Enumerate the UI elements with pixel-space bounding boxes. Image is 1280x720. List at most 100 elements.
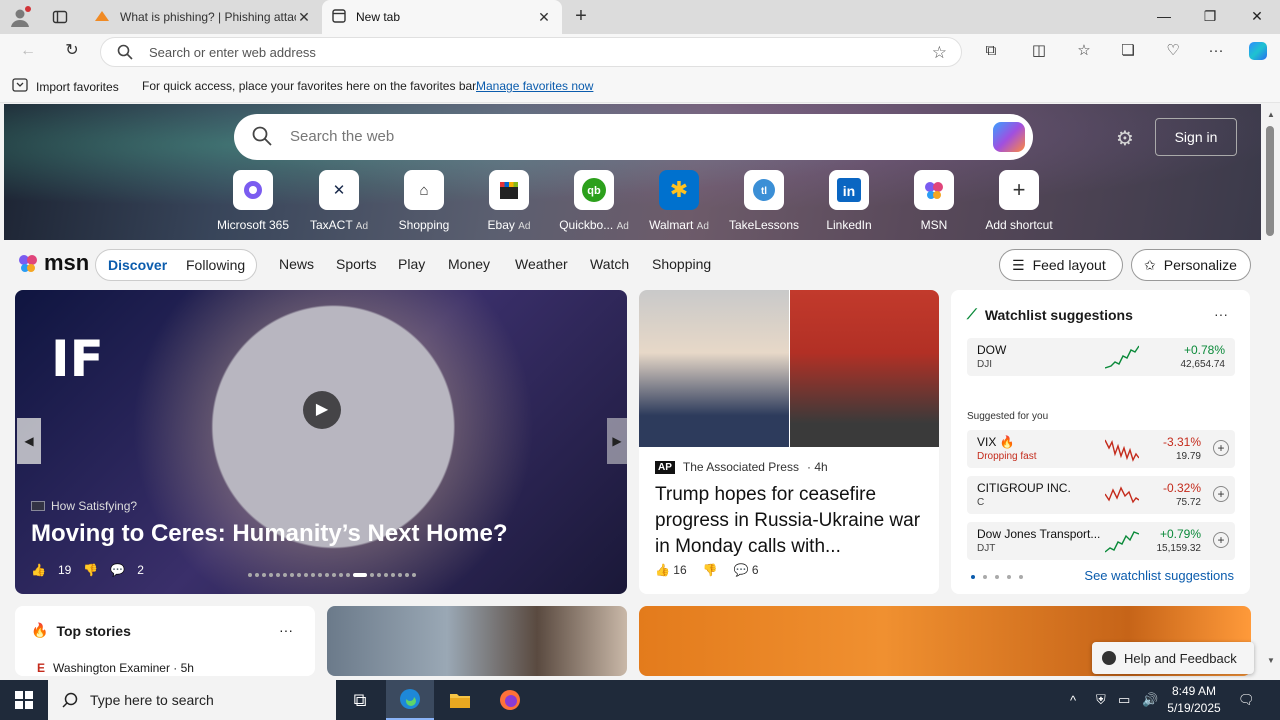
story-source[interactable]: E Washington Examiner · 5h bbox=[37, 661, 194, 675]
add-to-watchlist-button[interactable]: + bbox=[1213, 486, 1229, 502]
copilot-icon[interactable] bbox=[1245, 40, 1271, 62]
tile-takelessons[interactable]: tl TakeLessons bbox=[721, 170, 807, 232]
refresh-icon[interactable]: ↻ bbox=[60, 40, 84, 62]
taskbar-search-input[interactable]: Type here to search bbox=[90, 692, 214, 708]
system-clock[interactable]: 8:49 AM 5/19/2025 bbox=[1164, 683, 1224, 717]
show-hidden-icons[interactable]: ^ bbox=[1070, 680, 1076, 720]
network-icon[interactable]: ▭ bbox=[1118, 680, 1130, 720]
carousel-dot[interactable] bbox=[370, 573, 374, 577]
dislike-icon[interactable]: 👎 bbox=[83, 563, 98, 577]
nav-news[interactable]: News bbox=[279, 256, 314, 272]
tile-walmart[interactable]: ✱ Walmart Ad bbox=[636, 170, 722, 232]
close-tab-icon[interactable]: ✕ bbox=[296, 9, 312, 26]
see-watchlist-link[interactable]: See watchlist suggestions bbox=[1084, 568, 1234, 583]
tile-linkedin[interactable]: in LinkedIn bbox=[806, 170, 892, 232]
nav-weather[interactable]: Weather bbox=[515, 256, 568, 272]
copilot-icon[interactable] bbox=[993, 122, 1025, 152]
add-to-watchlist-button[interactable]: + bbox=[1213, 440, 1229, 456]
comment-icon[interactable]: 💬 6 bbox=[734, 563, 759, 577]
carousel-dot[interactable] bbox=[412, 573, 416, 577]
more-options-icon[interactable]: ··· bbox=[1214, 306, 1228, 322]
more-options-icon[interactable]: ··· bbox=[279, 622, 293, 638]
task-view-icon[interactable]: ⧉ bbox=[336, 680, 384, 720]
quote-row-vix[interactable]: VIX 🔥 Dropping fast -3.31% 19.79 + bbox=[967, 430, 1235, 468]
help-feedback-button[interactable]: Help and Feedback bbox=[1092, 642, 1254, 674]
tab-new-tab[interactable]: New tab ✕ bbox=[322, 0, 562, 34]
tile-microsoft-365[interactable]: Microsoft 365 bbox=[210, 170, 296, 232]
notifications-icon[interactable]: 🗨 bbox=[1238, 680, 1255, 720]
msn-logo[interactable]: msn bbox=[16, 250, 89, 276]
page-scrollbar[interactable]: ▲ ▼ bbox=[1262, 104, 1280, 676]
scrollbar-thumb[interactable] bbox=[1266, 126, 1274, 236]
carousel-dot[interactable] bbox=[332, 573, 336, 577]
news-photo-card[interactable] bbox=[327, 606, 627, 676]
carousel-dot[interactable] bbox=[255, 573, 259, 577]
tile-add-shortcut[interactable]: + Add shortcut bbox=[976, 170, 1062, 232]
tile-quickbooks[interactable]: qb Quickbo... Ad bbox=[551, 170, 637, 232]
carousel-dot[interactable] bbox=[283, 573, 287, 577]
carousel-dot[interactable] bbox=[391, 573, 395, 577]
carousel-dot[interactable] bbox=[311, 573, 315, 577]
start-button[interactable] bbox=[0, 680, 48, 720]
dislike-icon[interactable]: 👎 bbox=[703, 563, 718, 577]
quote-row-dow[interactable]: DOW DJI +0.78% 42,654.74 bbox=[967, 338, 1235, 376]
new-tab-button[interactable]: + bbox=[570, 5, 592, 27]
settings-more-icon[interactable]: ··· bbox=[1203, 40, 1229, 62]
sign-in-button[interactable]: Sign in bbox=[1155, 118, 1237, 156]
carousel-dot[interactable] bbox=[384, 573, 388, 577]
story-headline[interactable]: Trump hopes for ceasefire progress in Ru… bbox=[655, 482, 927, 560]
carousel-dot[interactable] bbox=[248, 573, 252, 577]
nav-watch[interactable]: Watch bbox=[590, 256, 629, 272]
carousel-dot[interactable] bbox=[346, 573, 350, 577]
close-window-button[interactable]: ✕ bbox=[1234, 0, 1280, 32]
comment-icon[interactable]: 💬 bbox=[110, 563, 125, 577]
play-icon[interactable]: ▶ bbox=[303, 391, 341, 429]
carousel-dot[interactable] bbox=[377, 573, 381, 577]
volume-icon[interactable]: 🔊 bbox=[1142, 680, 1158, 720]
page-settings-icon[interactable]: ⚙ bbox=[1116, 126, 1134, 151]
tab-discover[interactable]: Discover bbox=[108, 257, 167, 273]
quote-row-djt[interactable]: Dow Jones Transport... DJT +0.79% 15,159… bbox=[967, 522, 1235, 560]
collections-icon[interactable]: ❏ bbox=[1115, 40, 1141, 62]
carousel-dot[interactable] bbox=[262, 573, 266, 577]
carousel-dot[interactable] bbox=[269, 573, 273, 577]
favorites-icon[interactable]: ☆ bbox=[1071, 40, 1097, 62]
taskbar-search[interactable]: Type here to search bbox=[48, 680, 336, 720]
add-to-watchlist-button[interactable]: + bbox=[1213, 532, 1229, 548]
carousel-dot[interactable] bbox=[304, 573, 308, 577]
carousel-dot[interactable] bbox=[297, 573, 301, 577]
personalize-button[interactable]: ✩ Personalize bbox=[1131, 249, 1251, 281]
carousel-dot[interactable] bbox=[318, 573, 322, 577]
file-explorer-icon[interactable] bbox=[436, 680, 484, 720]
carousel-prev-button[interactable]: ◀ bbox=[17, 418, 41, 464]
quote-row-citigroup[interactable]: CITIGROUP INC. C -0.32% 75.72 + bbox=[967, 476, 1235, 514]
carousel-dot[interactable] bbox=[325, 573, 329, 577]
scroll-down-icon[interactable]: ▼ bbox=[1265, 656, 1277, 665]
import-favorites-button[interactable]: Import favorites bbox=[12, 78, 119, 95]
feed-layout-button[interactable]: ☰ Feed layout bbox=[999, 249, 1123, 281]
address-bar[interactable]: Search or enter web address ☆ bbox=[100, 37, 962, 67]
web-search-input[interactable]: Search the web bbox=[290, 128, 394, 145]
carousel-dot[interactable] bbox=[405, 573, 409, 577]
story-headline[interactable]: Moving to Ceres: Humanity’s Next Home? bbox=[31, 520, 508, 548]
like-icon[interactable]: 👍 16 bbox=[655, 563, 687, 577]
carousel-dot[interactable] bbox=[290, 573, 294, 577]
scroll-up-icon[interactable]: ▲ bbox=[1265, 110, 1277, 119]
address-input[interactable]: Search or enter web address bbox=[149, 45, 316, 60]
nav-play[interactable]: Play bbox=[398, 256, 425, 272]
tab-actions-icon[interactable] bbox=[46, 5, 74, 29]
tile-msn[interactable]: MSN bbox=[891, 170, 977, 232]
extensions-icon[interactable]: ⧉ bbox=[978, 40, 1004, 62]
nav-shopping[interactable]: Shopping bbox=[652, 256, 711, 272]
tile-shopping[interactable]: ⌂ Shopping bbox=[381, 170, 467, 232]
tab-following[interactable]: Following bbox=[186, 257, 245, 273]
tile-ebay[interactable]: Ebay Ad bbox=[466, 170, 552, 232]
carousel-dot[interactable] bbox=[339, 573, 343, 577]
minimize-button[interactable]: — bbox=[1141, 0, 1187, 32]
security-icon[interactable]: ⛨ bbox=[1096, 680, 1106, 720]
like-icon[interactable]: 👍 bbox=[31, 563, 46, 577]
carousel-dot[interactable] bbox=[276, 573, 280, 577]
firefox-icon[interactable] bbox=[486, 680, 534, 720]
tab-phishing[interactable]: What is phishing? | Phishing attacks ✕ bbox=[84, 0, 322, 34]
close-tab-icon[interactable]: ✕ bbox=[536, 9, 552, 26]
